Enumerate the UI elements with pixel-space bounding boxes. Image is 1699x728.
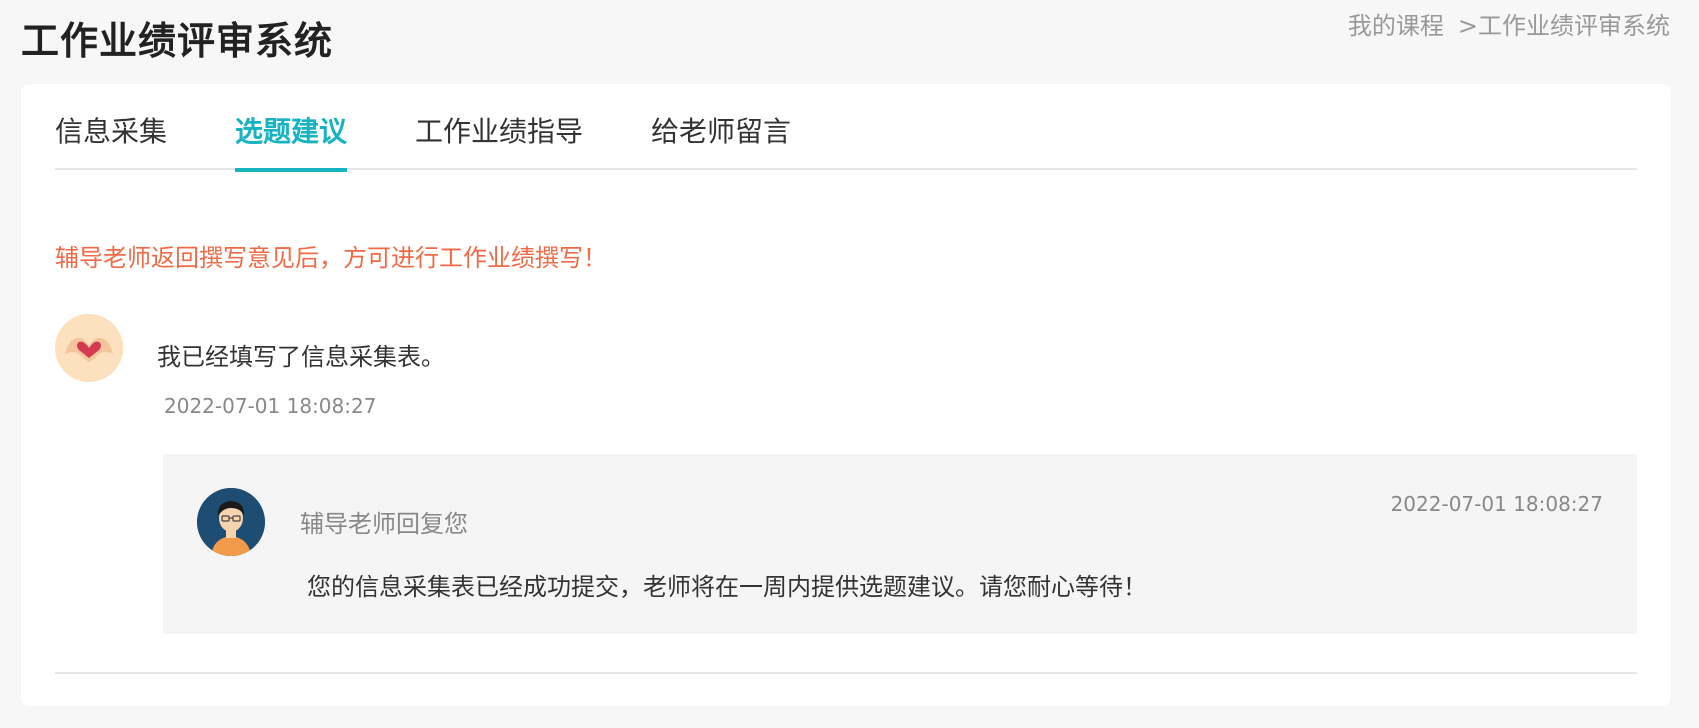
tab-work-guidance[interactable]: 工作业绩指导 (415, 84, 583, 170)
page-title: 工作业绩评审系统 (21, 19, 334, 63)
content-card: 信息采集 选题建议 工作业绩指导 给老师留言 辅导老师返回撰写意见后，方可进行工… (21, 84, 1671, 706)
page: 工作业绩评审系统 我的课程 >工作业绩评审系统 信息采集 选题建议 工作业绩指导… (0, 0, 1699, 728)
reply-text: 您的信息采集表已经成功提交，老师将在一周内提供选题建议。请您耐心等待！ (307, 573, 1147, 601)
teacher-reply: 辅导老师回复您 2022-07-01 18:08:27 您的信息采集表已经成功提… (163, 454, 1637, 634)
teacher-avatar-icon (197, 488, 265, 556)
reply-time: 2022-07-01 18:08:27 (1390, 492, 1603, 516)
breadcrumb-my-courses[interactable]: 我的课程 (1348, 6, 1444, 41)
tab-leave-message[interactable]: 给老师留言 (651, 84, 791, 170)
tab-info-collection[interactable]: 信息采集 (55, 84, 167, 170)
heart-hands-avatar-icon (55, 314, 123, 382)
tab-bar: 信息采集 选题建议 工作业绩指导 给老师留言 (55, 84, 1637, 172)
breadcrumb-current-label: 工作业绩评审系统 (1478, 12, 1670, 40)
message-text: 我已经填写了信息采集表。 (157, 343, 445, 371)
breadcrumb-separator: > (1457, 12, 1478, 40)
breadcrumb-current: >工作业绩评审系统 (1458, 6, 1670, 41)
breadcrumb: 我的课程 >工作业绩评审系统 (1348, 6, 1670, 41)
message-time: 2022-07-01 18:08:27 (164, 394, 377, 418)
bottom-divider (55, 672, 1637, 674)
notice-text: 辅导老师返回撰写意见后，方可进行工作业绩撰写！ (55, 244, 607, 272)
tab-topic-suggestion[interactable]: 选题建议 (235, 84, 348, 172)
reply-author: 辅导老师回复您 (300, 510, 468, 538)
